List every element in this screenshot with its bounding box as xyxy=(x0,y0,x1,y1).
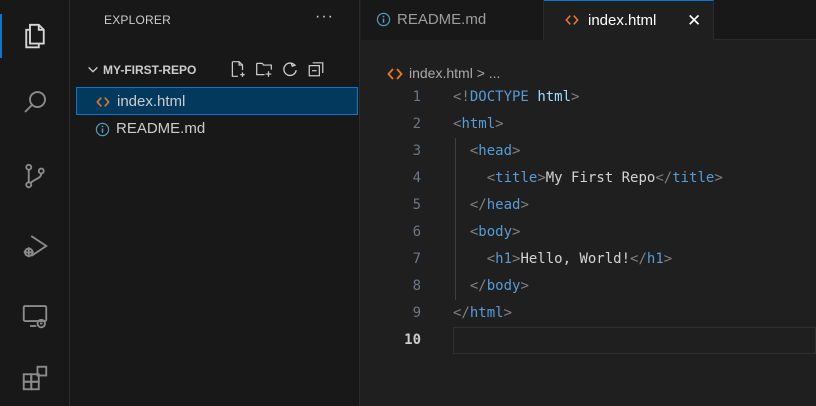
html-file-icon xyxy=(95,94,111,110)
code-text: <head> xyxy=(469,143,521,159)
code-text: </html> xyxy=(453,305,513,321)
more-actions-button[interactable]: ··· xyxy=(315,8,334,26)
explorer-icon[interactable] xyxy=(0,8,70,64)
code-text: </head> xyxy=(469,197,529,213)
run-debug-icon[interactable] xyxy=(0,218,70,274)
line-number: 6 xyxy=(412,224,421,240)
code-line[interactable]: 6 <body> xyxy=(361,219,816,246)
line-number: 5 xyxy=(412,197,421,213)
line-number: 1 xyxy=(412,89,421,105)
code-line[interactable]: 9 </html> xyxy=(361,300,816,327)
line-number: 7 xyxy=(412,251,421,267)
new-file-icon[interactable] xyxy=(228,59,248,79)
code-text: </body> xyxy=(469,278,529,294)
code-line-current[interactable]: 10 xyxy=(361,327,816,354)
chevron-down-icon xyxy=(88,66,98,73)
code-text: <body> xyxy=(469,224,521,240)
code-line[interactable]: 7 <h1>Hello, World!</h1> xyxy=(361,246,816,273)
file-item-label: README.md xyxy=(116,120,206,137)
file-item-label: index.html xyxy=(117,93,186,110)
sidebar-header: EXPLORER ··· xyxy=(70,0,360,40)
tab-bar: README.md index.html ✕ xyxy=(361,0,816,41)
activity-bar xyxy=(0,0,70,406)
code-text: <html> xyxy=(453,116,504,132)
line-number: 8 xyxy=(412,278,421,294)
info-icon xyxy=(375,11,391,27)
breadcrumb[interactable]: index.html > ... xyxy=(361,62,816,86)
folder-name: MY-FIRST-REPO xyxy=(103,63,197,77)
current-line-highlight xyxy=(453,327,816,354)
code-line[interactable]: 8 </body> xyxy=(361,273,816,300)
folder-section-header[interactable]: MY-FIRST-REPO xyxy=(70,56,360,84)
html-file-icon xyxy=(387,68,403,80)
tab-label: index.html xyxy=(588,12,657,29)
refresh-icon[interactable] xyxy=(280,59,300,79)
line-number: 2 xyxy=(412,116,421,132)
tab-label: README.md xyxy=(397,11,487,28)
code-line[interactable]: 5 </head> xyxy=(361,192,816,219)
extensions-icon[interactable] xyxy=(0,350,70,406)
code-editor[interactable]: 1 <!DOCTYPE html> 2 <html> 3 <head> 4 <t… xyxy=(361,84,816,354)
file-item-readme-md[interactable]: README.md xyxy=(76,115,358,143)
code-line[interactable]: 4 <title>My First Repo</title> xyxy=(361,165,816,192)
breadcrumb-path: index.html > ... xyxy=(409,65,501,81)
line-number: 10 xyxy=(404,332,421,348)
code-line[interactable]: 3 <head> xyxy=(361,138,816,165)
line-number: 4 xyxy=(412,170,421,186)
code-text: <h1>Hello, World!</h1> xyxy=(486,251,673,267)
source-control-icon[interactable] xyxy=(0,148,70,204)
code-line[interactable]: 1 <!DOCTYPE html> xyxy=(361,84,816,111)
close-icon[interactable]: ✕ xyxy=(687,11,701,31)
code-text: <title>My First Repo</title> xyxy=(486,170,723,186)
html-file-icon xyxy=(564,12,580,28)
info-icon xyxy=(94,121,110,137)
explorer-sidebar: EXPLORER ··· MY-FIRST-REPO index.html RE… xyxy=(70,0,360,406)
code-line[interactable]: 2 <html> xyxy=(361,111,816,138)
remote-explorer-icon[interactable] xyxy=(0,288,70,344)
search-icon[interactable] xyxy=(0,74,70,130)
line-number: 9 xyxy=(412,305,421,321)
new-folder-icon[interactable] xyxy=(254,59,274,79)
folder-actions xyxy=(228,59,326,79)
tab-index-html[interactable]: index.html ✕ xyxy=(544,0,714,41)
editor-area: README.md index.html ✕ index.html > ... … xyxy=(361,0,816,406)
code-text: <!DOCTYPE html> xyxy=(453,89,580,105)
tab-readme-md[interactable]: README.md xyxy=(361,0,544,40)
collapse-all-icon[interactable] xyxy=(306,59,326,79)
line-number: 3 xyxy=(412,143,421,159)
sidebar-title: EXPLORER xyxy=(104,13,171,27)
file-item-index-html[interactable]: index.html xyxy=(76,87,358,115)
